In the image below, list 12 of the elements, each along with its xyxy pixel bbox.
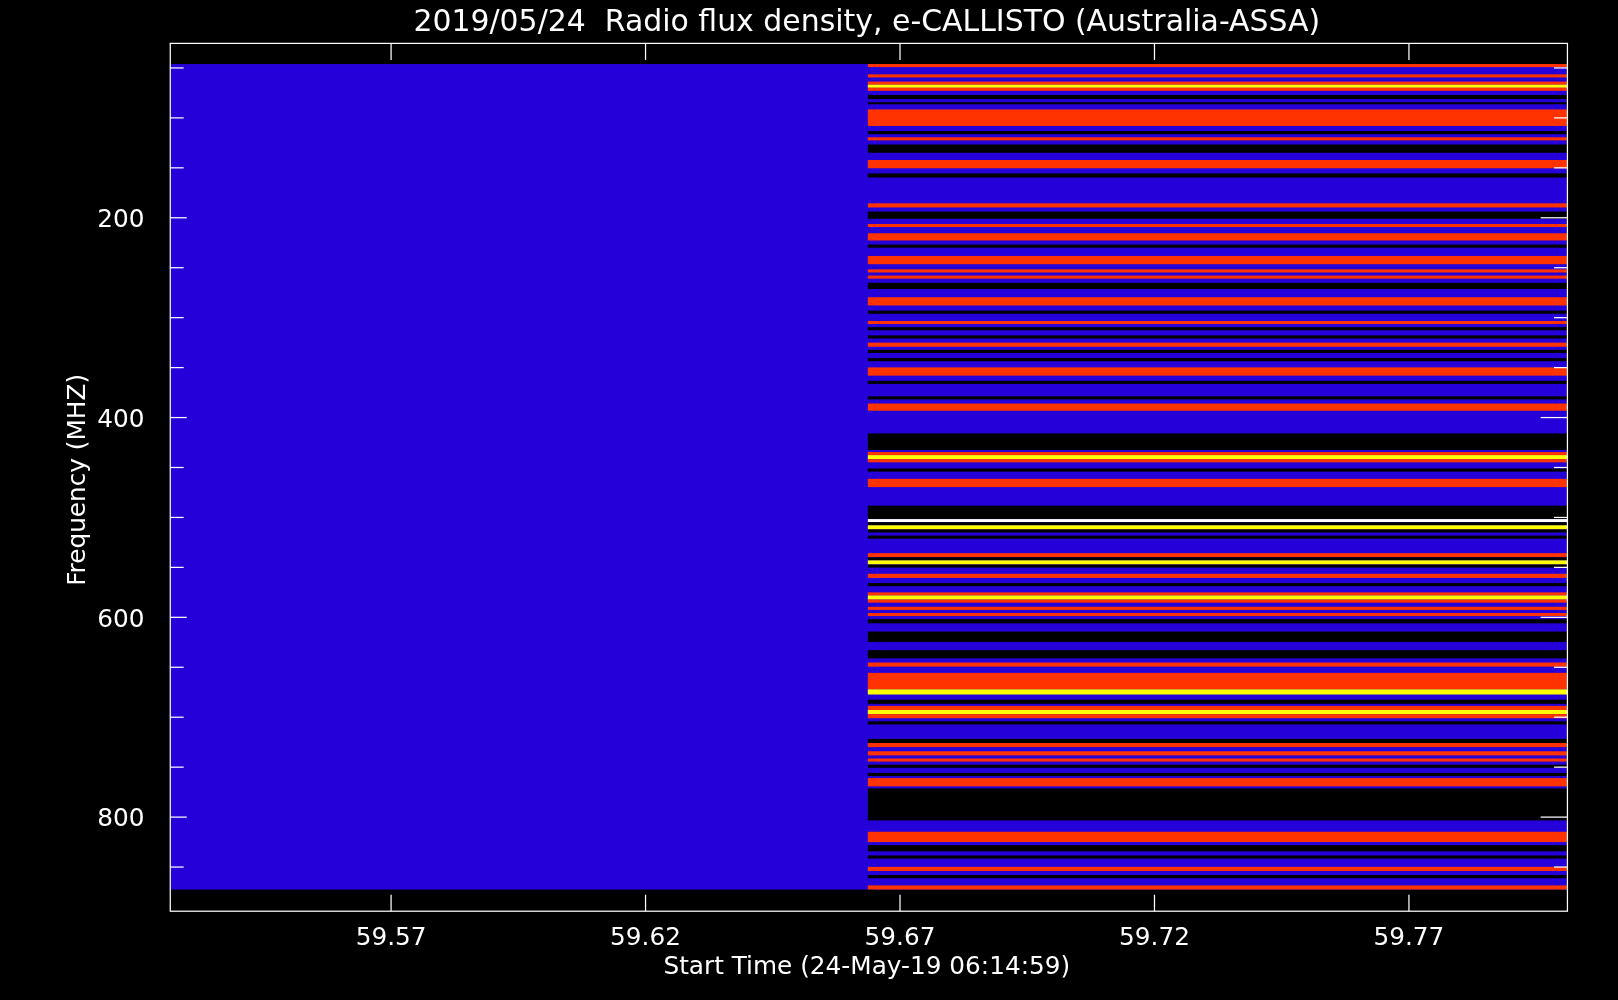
- y-axis-label: Frequency (MHZ): [61, 373, 91, 586]
- x-axis-label: Start Time (24-May-19 06:14:59): [663, 951, 1071, 981]
- x-tick-label: 59.72: [1119, 922, 1190, 952]
- x-tick-label: 59.62: [610, 922, 681, 952]
- y-tick-label: 200: [97, 204, 145, 234]
- y-tick-label: 600: [97, 603, 145, 633]
- x-tick-label: 59.57: [355, 922, 427, 952]
- x-tick-label: 59.77: [1373, 922, 1445, 952]
- x-tick-label: 59.67: [864, 922, 936, 952]
- y-tick-label: 400: [97, 403, 145, 433]
- chart-title: 2019/05/24 Radio flux density, e-CALLISTO (Australia-ASSA): [413, 3, 1321, 38]
- y-tick-label: 800: [97, 803, 145, 833]
